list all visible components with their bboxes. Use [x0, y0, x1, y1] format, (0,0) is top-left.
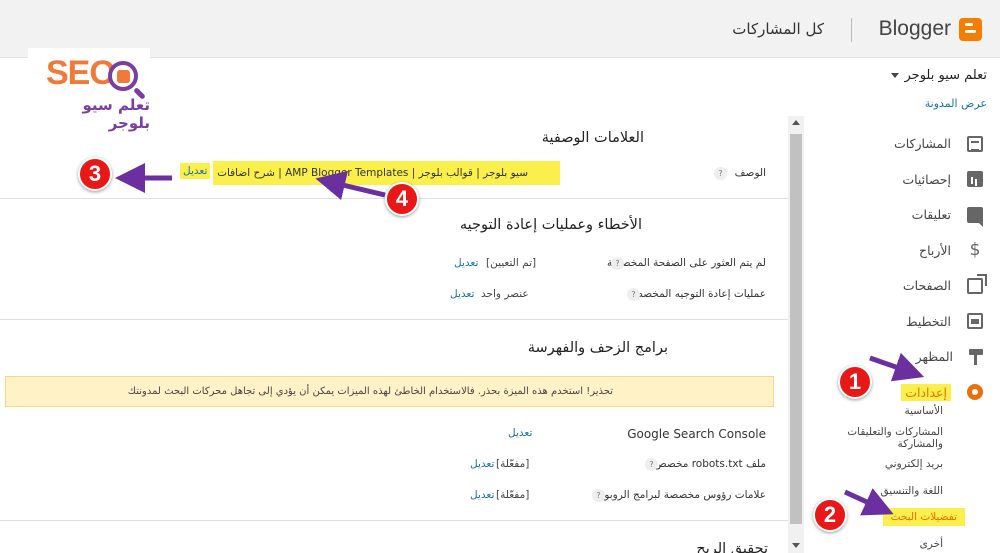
- arrow-4: [315, 170, 386, 201]
- annotation-badge-2: 2: [813, 498, 847, 532]
- arrow-1: [869, 352, 925, 382]
- annotation-badge-1: 1: [838, 365, 872, 399]
- annotation-arrows: [115, 163, 925, 516]
- blogger-settings-page: Blogger كل المشاركات SEO تعلم سيو بلوجر …: [0, 0, 1000, 553]
- annotation-badge-4: 4: [385, 182, 419, 216]
- annotation-badge-3: 3: [78, 157, 112, 191]
- arrow-2: [843, 488, 894, 516]
